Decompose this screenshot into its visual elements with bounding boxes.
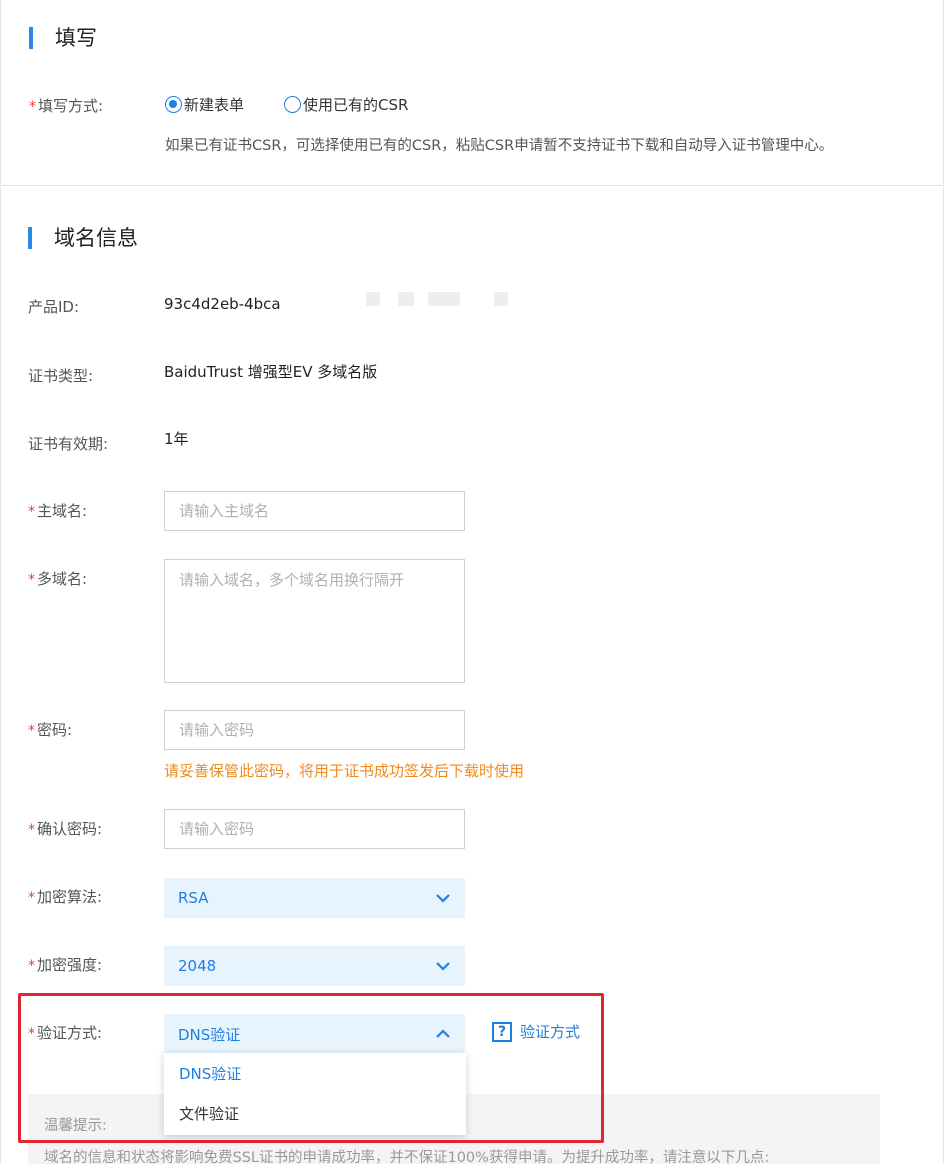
- radio-existing-csr[interactable]: 使用已有的CSR: [284, 94, 408, 115]
- chevron-down-icon: [436, 962, 450, 971]
- redaction-block: [366, 292, 380, 306]
- radio-checked-icon[interactable]: [165, 96, 182, 113]
- verify-label-text: 验证方式:: [37, 1024, 103, 1042]
- required-star-icon: *: [29, 99, 36, 115]
- dropdown-option-file[interactable]: 文件验证: [164, 1094, 466, 1134]
- required-star-icon: *: [28, 822, 35, 838]
- main-domain-label: * 主域名:: [28, 501, 87, 522]
- question-icon[interactable]: ?: [492, 1021, 512, 1042]
- radio-new-form-label[interactable]: 新建表单: [184, 94, 244, 115]
- verify-dropdown-menu: DNS验证 文件验证: [164, 1053, 466, 1135]
- tip-title: 温馨提示:: [44, 1118, 107, 1134]
- required-star-icon: *: [28, 723, 35, 739]
- required-star-icon: *: [28, 890, 35, 906]
- product-id-value: 93c4d2eb-4bca: [164, 295, 281, 313]
- validity-value: 1年: [164, 430, 189, 448]
- chevron-up-icon: [436, 1029, 450, 1038]
- password-label-text: 密码:: [37, 721, 73, 739]
- required-star-icon: *: [28, 1026, 35, 1042]
- confirm-password-label-text: 确认密码:: [37, 820, 103, 838]
- strength-select[interactable]: 2048: [164, 946, 465, 986]
- password-label: * 密码:: [28, 720, 72, 741]
- fill-section-card: 填写 * 填写方式: 新建表单 使用已有的CSR 如果已有证书CSR，可选择使用已…: [0, 0, 944, 186]
- confirm-password-input[interactable]: [164, 809, 465, 849]
- product-id-label: 产品ID:: [28, 298, 80, 316]
- password-warning: 请妥善保管此密码，将用于证书成功签发后下载时使用: [164, 762, 525, 780]
- main-domain-label-text: 主域名:: [37, 502, 88, 520]
- section-accent-bar: [28, 227, 32, 249]
- algorithm-label: * 加密算法:: [28, 887, 102, 908]
- cert-type-value: BaiduTrust 增强型EV 多域名版: [164, 363, 378, 381]
- required-star-icon: *: [28, 958, 35, 974]
- domain-section-title-text: 域名信息: [54, 226, 138, 250]
- required-star-icon: *: [28, 504, 35, 520]
- strength-label: * 加密强度:: [28, 955, 102, 976]
- fill-method-hint: 如果已有证书CSR，可选择使用已有的CSR，粘贴CSR申请暂不支持证书下载和自动…: [165, 138, 834, 154]
- verify-help-text[interactable]: 验证方式: [520, 1021, 580, 1042]
- main-domain-input[interactable]: [164, 491, 465, 531]
- algorithm-select[interactable]: RSA: [164, 878, 465, 918]
- fill-method-label: * 填写方式:: [29, 96, 103, 117]
- redaction-block: [398, 292, 414, 306]
- verify-help-link[interactable]: ? 验证方式: [492, 1021, 580, 1042]
- fill-section-title: 填写: [29, 26, 97, 50]
- radio-unchecked-icon[interactable]: [284, 96, 302, 113]
- domain-section-card: [0, 187, 944, 1164]
- redaction-block: [428, 292, 460, 306]
- redaction-block: [494, 292, 508, 306]
- required-star-icon: *: [28, 572, 35, 588]
- fill-method-label-text: 填写方式:: [38, 97, 104, 115]
- strength-select-value: 2048: [178, 957, 217, 975]
- algorithm-label-text: 加密算法:: [37, 888, 103, 906]
- strength-label-text: 加密强度:: [37, 956, 103, 974]
- algorithm-select-value: RSA: [178, 889, 209, 907]
- multi-domain-textarea[interactable]: [164, 559, 465, 683]
- domain-section-title: 域名信息: [28, 226, 138, 250]
- verify-select-value: DNS验证: [178, 1025, 241, 1044]
- radio-new-form[interactable]: 新建表单: [165, 94, 244, 115]
- tip-text: 域名的信息和状态将影响免费SSL证书的申请成功率，并不保证100%获得申请。为提…: [44, 1150, 770, 1164]
- cert-type-label: 证书类型:: [28, 367, 94, 385]
- fill-method-radio-group: 新建表单 使用已有的CSR: [165, 94, 448, 115]
- verify-select[interactable]: DNS验证: [164, 1014, 465, 1054]
- verify-label: * 验证方式:: [28, 1023, 102, 1044]
- multi-domain-label: * 多域名:: [28, 569, 87, 590]
- radio-existing-csr-label[interactable]: 使用已有的CSR: [303, 94, 408, 115]
- dropdown-option-dns[interactable]: DNS验证: [164, 1054, 466, 1094]
- section-accent-bar: [29, 27, 33, 49]
- multi-domain-label-text: 多域名:: [37, 570, 88, 588]
- fill-section-title-text: 填写: [55, 26, 97, 50]
- confirm-password-label: * 确认密码:: [28, 819, 102, 840]
- password-input[interactable]: [164, 710, 465, 750]
- validity-label: 证书有效期:: [28, 435, 109, 453]
- chevron-down-icon: [436, 894, 450, 903]
